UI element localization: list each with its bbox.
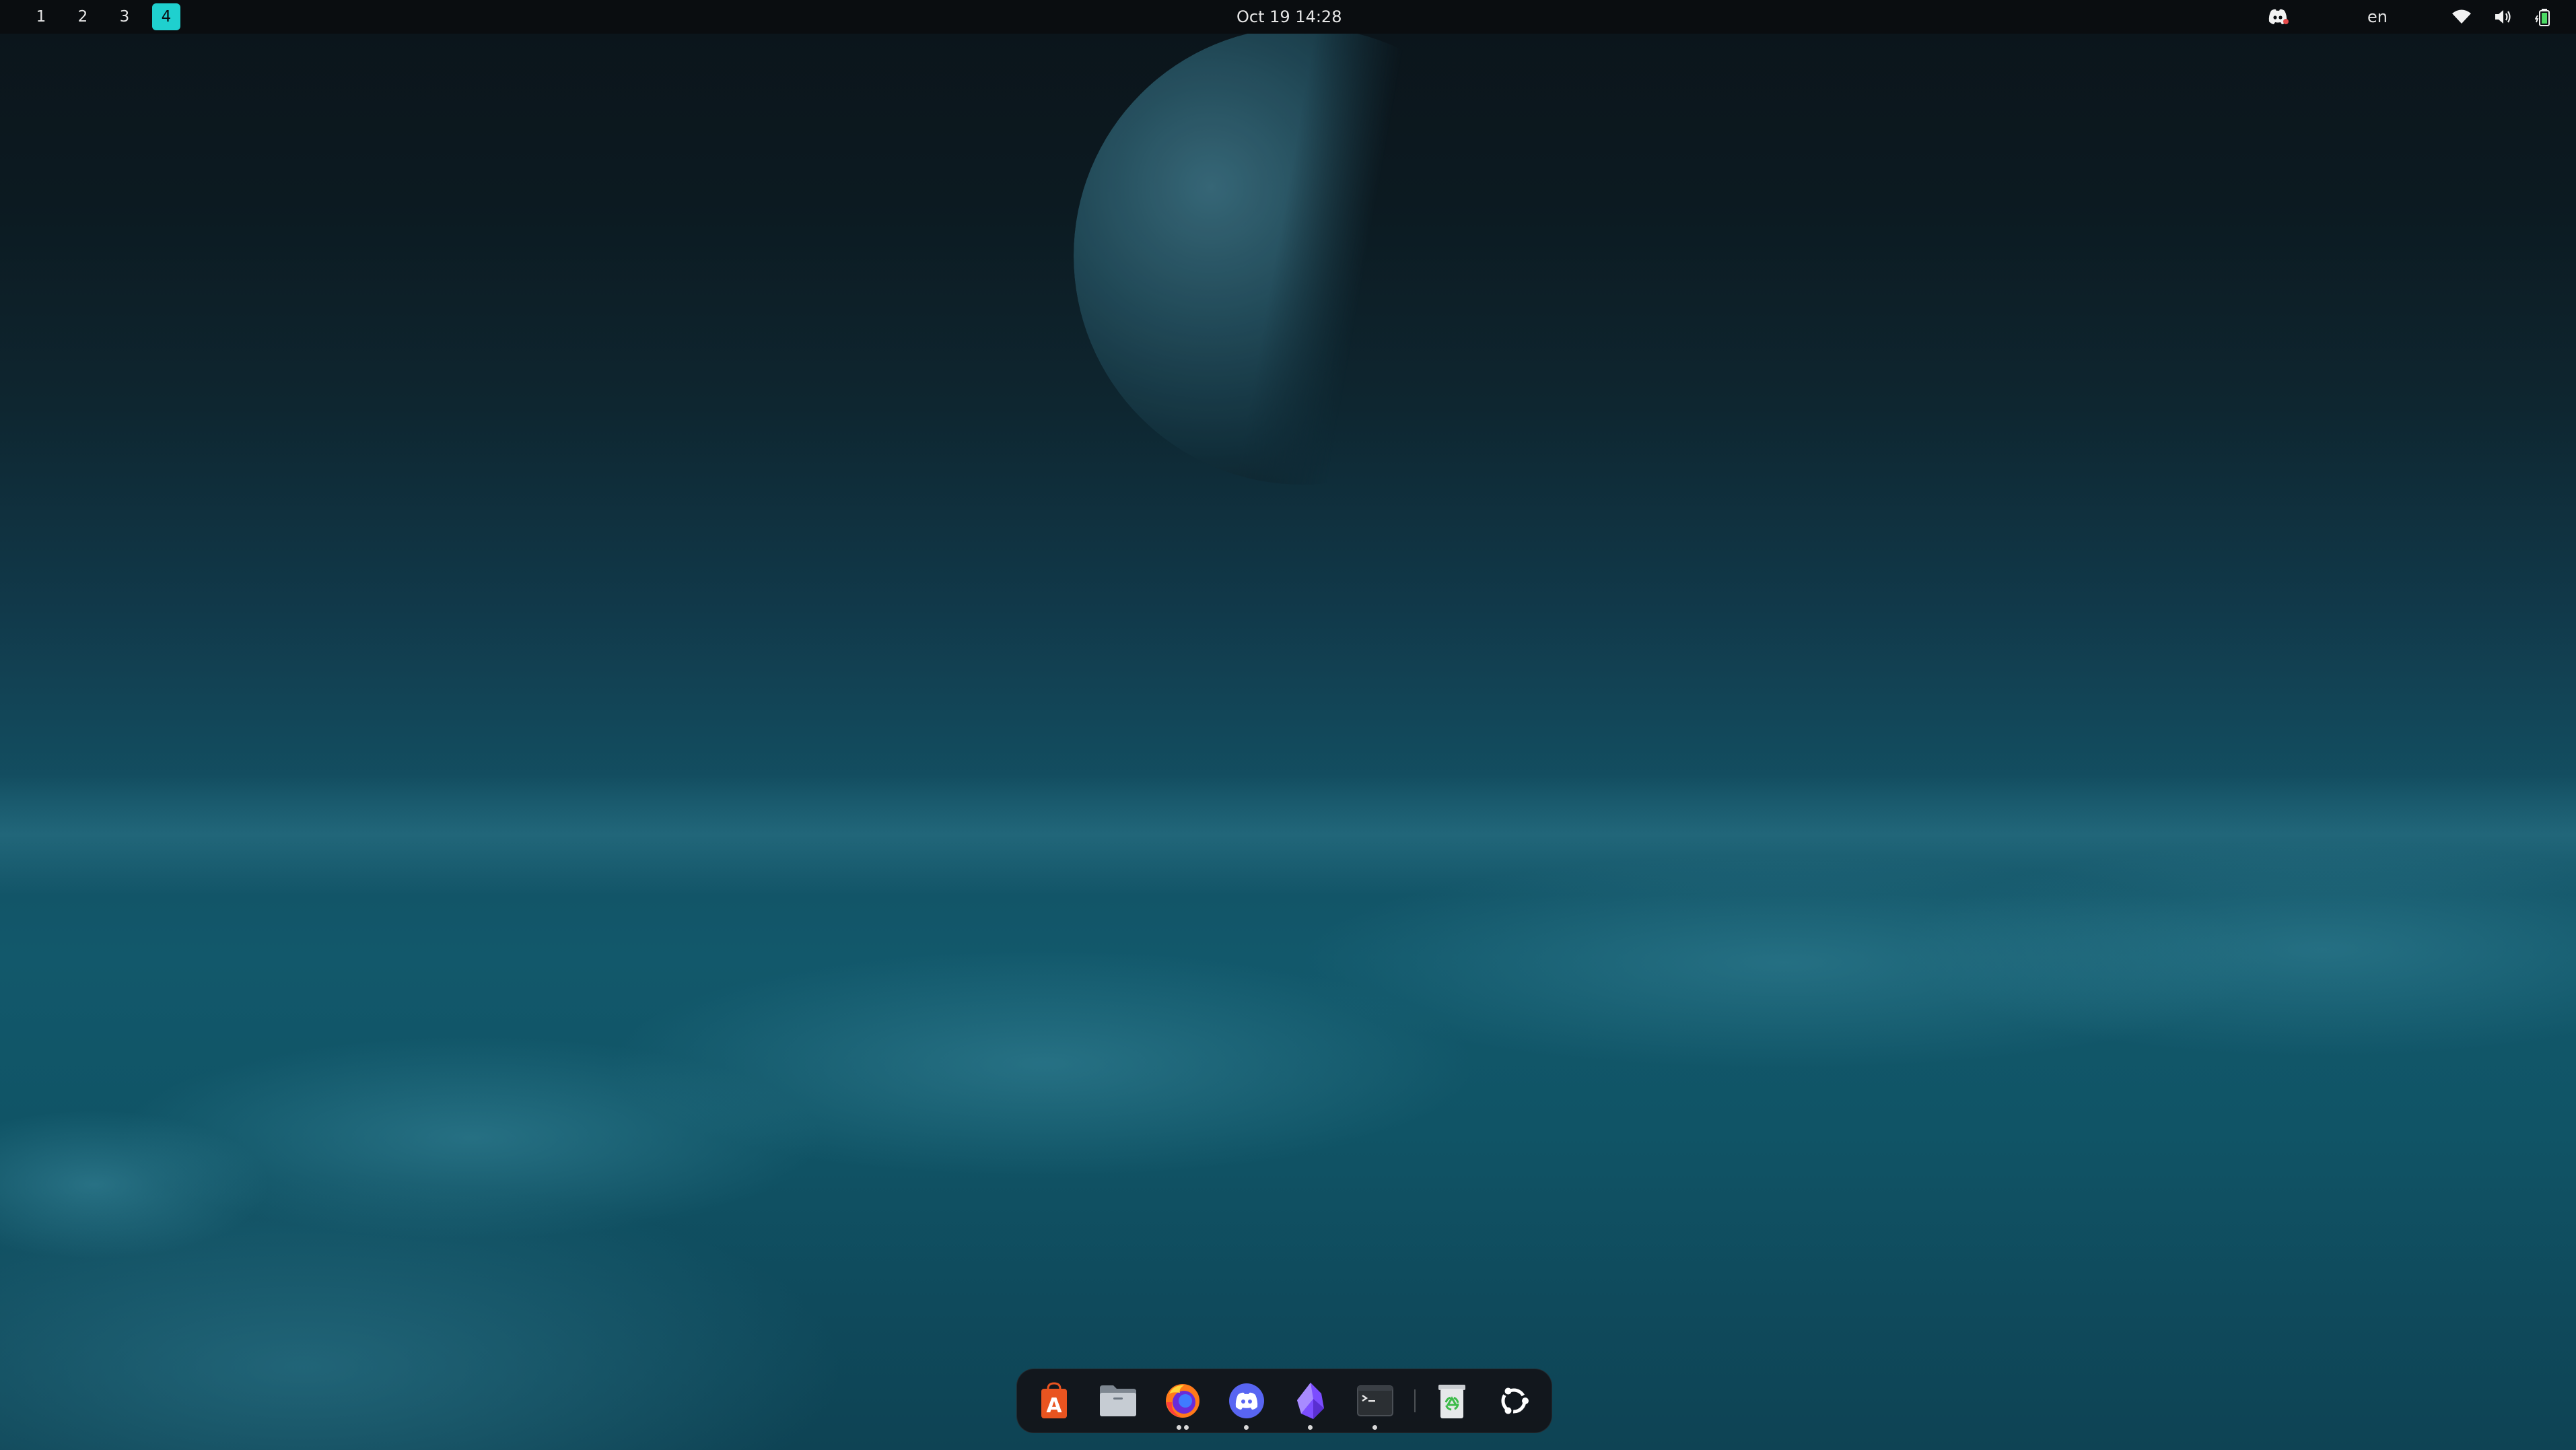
trash-icon [1438,1385,1465,1418]
svg-text:A: A [1046,1394,1062,1418]
date-time-clock[interactable]: Oct 19 14:28 [1237,0,1342,34]
show-applications-button[interactable] [1492,1379,1536,1423]
folder-icon [1100,1385,1136,1416]
dock-app-discord[interactable] [1224,1379,1269,1430]
firefox-icon [1166,1384,1199,1418]
app-store-icon: A [1041,1382,1067,1418]
terminal-icon [1357,1385,1393,1416]
ubuntu-logo-icon [1501,1387,1529,1414]
running-indicator [1372,1425,1377,1430]
desktop[interactable]: 1 2 3 4 Oct 19 14:28 en A [0,0,2576,1450]
keyboard-language-indicator[interactable]: en [2361,0,2394,34]
workspace-2-button[interactable]: 2 [69,3,97,30]
volume-icon[interactable] [2490,0,2517,34]
dock-app-terminal[interactable] [1353,1379,1397,1430]
workspace-3-button[interactable]: 3 [110,3,139,30]
discord-icon [1229,1383,1264,1418]
dock-app-firefox[interactable] [1160,1379,1205,1430]
dock-app-obsidian[interactable] [1288,1379,1333,1430]
running-indicator [1184,1425,1189,1430]
running-indicator [1308,1425,1313,1430]
dock-trash[interactable] [1430,1379,1474,1423]
dock: A [1016,1369,1552,1433]
workspace-switcher: 1 2 3 4 [27,3,180,30]
top-bar: 1 2 3 4 Oct 19 14:28 en [0,0,2576,34]
discord-tray-icon[interactable] [2262,0,2293,34]
workspace-1-button[interactable]: 1 [27,3,55,30]
wallpaper-clouds [0,0,2576,1450]
running-indicator [1177,1425,1181,1430]
dock-separator [1414,1389,1416,1412]
running-indicator [1244,1425,1249,1430]
dock-app-software-center[interactable]: A [1032,1379,1076,1423]
wifi-icon[interactable] [2448,0,2475,34]
obsidian-icon [1297,1383,1324,1419]
dock-app-files[interactable] [1096,1379,1140,1423]
battery-icon[interactable] [2532,0,2558,34]
workspace-4-button[interactable]: 4 [152,3,180,30]
